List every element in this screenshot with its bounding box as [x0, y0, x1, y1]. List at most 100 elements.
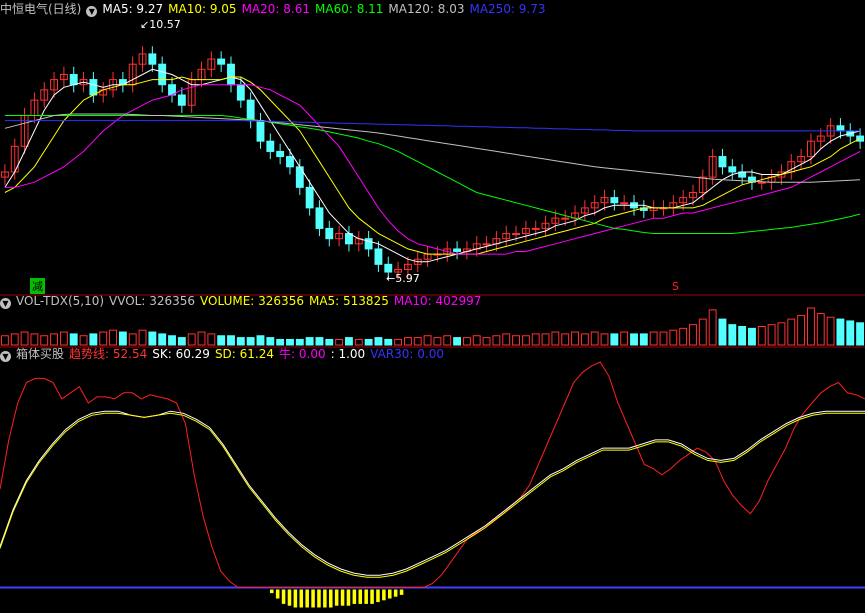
candle-body: [315, 207, 324, 229]
candle-body: [531, 227, 540, 230]
chevron-down-icon[interactable]: ▼: [0, 351, 11, 362]
volume-bar: [561, 333, 570, 346]
volume-bar: [669, 329, 678, 346]
volume-bar: [236, 337, 245, 346]
volume-bar: [453, 337, 462, 346]
legend-item: MA60: 8.11: [315, 2, 384, 16]
volume-bar: [345, 337, 353, 346]
candle-body: [148, 53, 157, 65]
volume-bar: [826, 316, 835, 346]
signal-bar: [305, 589, 309, 608]
candle-body: [757, 181, 766, 184]
volume-bar: [148, 331, 157, 346]
legend-item: MA5: 513825: [308, 294, 389, 308]
volume-bar: [168, 335, 176, 346]
volume-bar: [728, 324, 737, 346]
ma-legend: MA5: 9.27 MA10: 9.05 MA20: 8.61 MA60: 8.11 M…: [102, 2, 550, 16]
signal-bar: [293, 589, 298, 608]
signal-bar: [399, 589, 404, 595]
signal-bar: [376, 589, 380, 603]
volume-bar: [620, 331, 629, 346]
candle-body: [276, 150, 285, 158]
volume-bar: [305, 337, 314, 346]
volume-bar: [433, 337, 442, 346]
chevron-down-icon[interactable]: ▼: [86, 6, 98, 17]
volume-bar: [246, 337, 255, 346]
volume-bar: [128, 333, 137, 346]
candle-body: [453, 248, 462, 253]
signal-bar: [346, 589, 351, 606]
volume-bar: [639, 333, 648, 346]
low-price-label: ←5.97: [386, 272, 420, 285]
signal-bar: [364, 589, 368, 604]
volume-bar: [767, 324, 776, 346]
legend-item: MA120: 8.03: [388, 2, 465, 16]
box-header: ▼ 箱体买股 趋势线: 52.54 SK: 60.29 SD: 61.24 牛: 0.00…: [0, 346, 454, 362]
volume-bar: [335, 338, 344, 346]
legend-item: MA20: 8.61: [241, 2, 310, 16]
volume-bar: [630, 333, 638, 346]
high-price-label: ↙10.57: [140, 18, 181, 31]
candle-body: [177, 94, 186, 106]
signal-bar: [388, 589, 392, 599]
candle-body: [236, 84, 245, 101]
volume-bar: [266, 337, 275, 346]
volume-bar: [797, 314, 806, 346]
legend-item: VAR30: 0.00: [370, 347, 445, 361]
volume-bar: [649, 331, 658, 346]
volume-bar: [787, 318, 796, 346]
candle-body: [89, 79, 98, 96]
volume-panel[interactable]: [0, 307, 865, 346]
volume-bar: [207, 333, 216, 346]
low-price-value: 5.97: [395, 272, 420, 285]
signal-bar: [275, 589, 280, 599]
volume-bar: [757, 326, 766, 346]
volume-bar: [777, 322, 786, 346]
volume-bar: [276, 338, 285, 346]
volume-bar: [856, 322, 865, 346]
volume-bar: [50, 333, 59, 346]
volume-bar: [30, 333, 39, 346]
box-legend: 箱体买股 趋势线: 52.54 SK: 60.29 SD: 61.24 牛: 0.00:…: [16, 347, 449, 361]
candle-body: [384, 263, 393, 273]
legend-item: MA5: 9.27: [102, 2, 164, 16]
price-panel[interactable]: [0, 46, 865, 280]
legend-item: MA10: 402997: [393, 294, 482, 308]
candle-body: [610, 197, 619, 204]
chevron-down-icon[interactable]: ▼: [0, 298, 11, 309]
legend-item: SK: 60.29: [152, 347, 210, 361]
volume-bar: [364, 338, 373, 346]
signal-bar: [317, 589, 321, 608]
candle-body: [561, 217, 570, 220]
volume-bar: [138, 329, 147, 346]
volume-bar: [708, 309, 717, 346]
volume-bar: [816, 313, 825, 346]
volume-bar: [197, 331, 206, 346]
sell-signal-tag: S: [672, 280, 679, 293]
volume-bar: [443, 335, 452, 346]
volume-bar: [492, 335, 501, 346]
volume-bar: [69, 333, 78, 346]
volume-bar: [512, 335, 520, 346]
volume-bar: [502, 333, 511, 346]
legend-item: VVOL: 326356: [109, 294, 196, 308]
volume-bar: [109, 329, 117, 346]
volume-bar: [482, 337, 491, 346]
volume-bar: [394, 338, 403, 346]
volume-bar: [295, 338, 304, 346]
candle-body: [69, 73, 78, 86]
box-indicator-panel[interactable]: [0, 361, 865, 608]
signal-bar: [382, 589, 386, 601]
volume-bar: [40, 335, 49, 346]
volume-bar: [315, 337, 324, 346]
candle-body: [728, 166, 737, 173]
volume-legend: VOL-TDX(5,10) VVOL: 326356 VOLUME: 326356 M…: [16, 294, 486, 308]
legend-item: 牛: 0.00: [279, 347, 326, 361]
series-line-趋势线: [0, 361, 865, 588]
volume-bar: [571, 331, 579, 346]
legend-item: 箱体买股: [16, 347, 65, 361]
candle-body: [512, 233, 520, 236]
volume-bar: [79, 335, 88, 346]
signal-bar: [340, 589, 345, 606]
high-price-value: 10.57: [149, 18, 181, 31]
